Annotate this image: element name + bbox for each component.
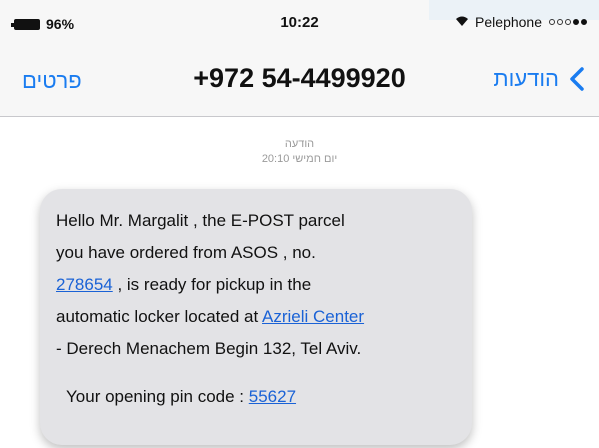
- message-label: הודעה: [284, 138, 315, 150]
- signal-dot: [581, 19, 587, 25]
- signal-dot: [573, 19, 579, 25]
- signal-dot: [549, 19, 555, 25]
- carrier-name: Pelephone: [475, 14, 542, 30]
- message-line: - Derech Menachem Begin 132, Tel Aviv.: [56, 339, 362, 358]
- message-text: Hello Mr. Margalit , the E-POST parcel y…: [56, 205, 466, 413]
- navigation-bar: פרטים +972 54-4499920 הודעות: [0, 44, 599, 117]
- message-line-text: automatic locker located at: [56, 307, 263, 326]
- message-bubble[interactable]: Hello Mr. Margalit , the E-POST parcel y…: [40, 189, 472, 445]
- signal-dot: [565, 19, 571, 25]
- message-meta: הודעה 20:10 יום חמישי: [0, 137, 599, 167]
- pin-code-line: Your opening pin code : 55627: [56, 381, 466, 413]
- location-link[interactable]: Azrieli Center: [262, 307, 364, 326]
- parcel-number-link[interactable]: 278654: [56, 275, 113, 294]
- phone-screen: 96% 10:22 Pelephone פרטים +972 54-449992…: [0, 0, 599, 448]
- messages-back-label: הודעות: [493, 66, 559, 91]
- conversation-area: הודעה 20:10 יום חמישי Hello Mr. Margalit…: [0, 117, 599, 448]
- carrier-indicator: Pelephone: [455, 14, 587, 30]
- message-line: Hello Mr. Margalit , the E-POST parcel: [56, 211, 345, 230]
- message-line: automatic locker located at Azrieli Cent…: [56, 301, 466, 333]
- messages-back-button[interactable]: הודעות: [493, 66, 587, 92]
- signal-dot: [557, 19, 563, 25]
- status-bar: 96% 10:22 Pelephone: [0, 0, 599, 44]
- chevron-left-icon: [570, 67, 584, 91]
- message-line: 278654 , is ready for pickup in the: [56, 269, 466, 301]
- pin-code-link[interactable]: 55627: [249, 387, 296, 406]
- message-line-text: , is ready for pickup in the: [112, 275, 312, 294]
- message-timestamp: 20:10 יום חמישי: [261, 153, 338, 165]
- wifi-icon: [455, 15, 469, 30]
- signal-dots-icon: [547, 19, 587, 25]
- pin-label: Your opening pin code :: [66, 387, 249, 406]
- message-line: you have ordered from ASOS , no.: [56, 243, 316, 262]
